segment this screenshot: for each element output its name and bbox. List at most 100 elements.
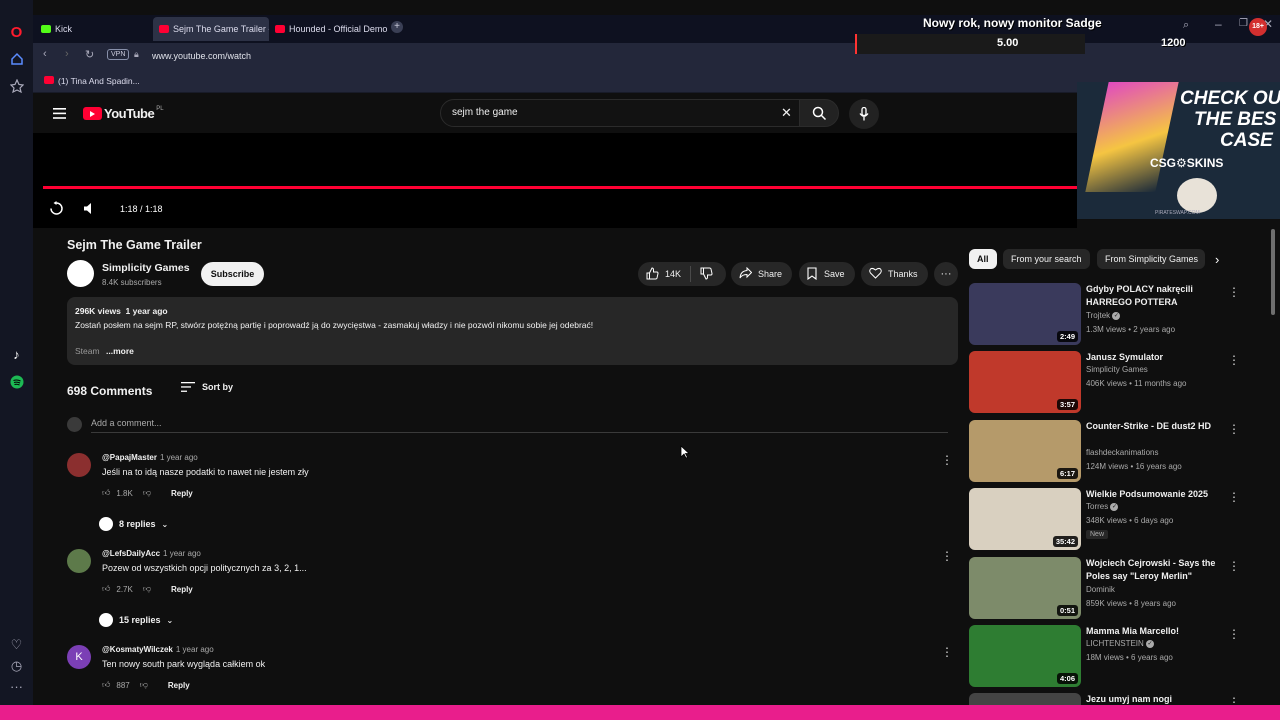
subscribe-button[interactable]: Subscribe [201,262,264,286]
dislike-icon[interactable]: 👎︎ [143,488,151,498]
save-button[interactable]: Save [799,262,855,286]
video-thumbnail[interactable] [969,693,1081,705]
recommendation-title[interactable]: Gdyby POLACY nakręcili HARREGO POTTERA [1086,283,1216,309]
avatar[interactable] [67,549,91,573]
spotify-icon[interactable] [8,373,25,390]
chip-from-channel[interactable]: From Simplicity Games [1097,249,1205,269]
channel-name[interactable]: Simplicity Games [102,262,190,274]
heart-icon[interactable]: ♡ [8,636,25,653]
recommendation-menu-icon[interactable]: ⋮ [1228,695,1239,705]
recommendation-channel[interactable]: Trojtek ✓ [1086,311,1121,320]
vpn-badge[interactable]: VPN [107,49,130,60]
avatar[interactable] [67,453,91,477]
reply-button[interactable]: Reply [168,681,190,690]
more-link[interactable]: ...more [106,346,134,356]
like-icon[interactable]: 👍︎ [102,488,110,498]
recommendation-channel[interactable]: Torres ✓ [1086,502,1119,511]
avatar[interactable]: K [67,645,91,669]
recommendation-channel[interactable]: Dominik [1086,585,1115,594]
recommendation-item[interactable]: Jezu umyj nam nogi ⋮ [969,693,1239,705]
recommendation-channel[interactable]: LICHTENSTEIN ✓ [1086,639,1155,648]
bookmark-item[interactable]: (1) Tina And Spadin... [58,76,140,86]
like-icon[interactable]: 👍︎ [102,584,110,594]
recommendation-channel[interactable]: flashdeckanimations [1086,448,1158,457]
chip-all[interactable]: All [969,249,997,269]
reload-icon[interactable]: ↻ [85,48,94,61]
search-input[interactable]: sejm the game ✕ [440,99,800,127]
tab-sejm-trailer[interactable]: Sejm The Game Trailer - Y [153,17,269,41]
recommendation-title[interactable]: Wielkie Podsumowanie 2025 [1086,488,1216,501]
comment-author[interactable]: @LefsDailyAcc 1 year ago [102,549,201,558]
forward-icon[interactable]: › [65,48,69,60]
video-thumbnail[interactable]: 6:17 [969,420,1081,482]
youtube-logo[interactable]: YouTube PL [83,106,164,121]
recommendation-title[interactable]: Wojciech Cejrowski - Says the Poles say … [1086,557,1216,583]
recommendation-item[interactable]: 35:42 Wielkie Podsumowanie 2025 Torres ✓ 34… [969,488,1240,550]
opera-logo-icon[interactable]: O [8,24,25,41]
history-icon[interactable]: ◷ [8,657,25,674]
video-thumbnail[interactable]: 4:06 [969,625,1081,687]
video-thumbnail[interactable]: 3:57 [969,351,1081,413]
tiktok-icon[interactable]: ♪ [8,346,25,363]
volume-icon[interactable] [83,202,97,220]
dislike-icon[interactable] [700,267,713,282]
replies-toggle[interactable]: 8 replies ⌄ [99,517,168,531]
recommendation-menu-icon[interactable]: ⋮ [1228,559,1240,573]
thanks-button[interactable]: Thanks [861,262,928,286]
recommendation-menu-icon[interactable]: ⋮ [1228,353,1240,367]
recommendation-item[interactable]: 2:49 Gdyby POLACY nakręcili HARREGO POTTE… [969,283,1240,345]
home-icon[interactable] [8,50,25,67]
tab-kick[interactable]: Kick [35,17,145,41]
scrollbar-thumb[interactable] [1271,229,1275,315]
like-icon[interactable] [646,266,659,282]
search-button[interactable] [799,99,839,127]
comment-author[interactable]: @KosmatyWilczek 1 year ago [102,645,214,654]
like-dislike-group: 14K [638,262,726,286]
reply-button[interactable]: Reply [171,585,193,594]
replay-icon[interactable] [49,201,64,221]
dislike-icon[interactable]: 👎︎ [143,584,151,594]
recommendation-item[interactable]: 6:17 Counter-Strike - DE dust2 HD flashdec… [969,420,1240,482]
chip-from-your-search[interactable]: From your search [1003,249,1090,269]
recommendation-channel[interactable]: Simplicity Games [1086,365,1148,374]
recommendation-title[interactable]: Jezu umyj nam nogi [1086,693,1216,705]
star-icon[interactable] [8,77,25,94]
recommendation-item[interactable]: 4:06 Mamma Mia Marcello! LICHTENSTEIN ✓ 18M… [969,625,1240,687]
add-comment-input[interactable]: Add a comment... [91,418,162,428]
comment-menu-icon[interactable]: ⋮ [941,645,953,659]
recommendation-title[interactable]: Counter-Strike - DE dust2 HD [1086,420,1216,433]
like-icon[interactable]: 👍︎ [102,680,110,690]
age-badge: 18+ [1249,18,1267,36]
channel-avatar[interactable] [67,260,94,287]
sort-by-button[interactable]: Sort by [181,382,233,392]
recommendation-title[interactable]: Janusz Symulator [1086,351,1216,364]
recommendation-menu-icon[interactable]: ⋮ [1228,422,1240,436]
more-actions-icon[interactable]: ··· [934,262,958,286]
plus-icon[interactable]: + [391,21,403,33]
recommendation-menu-icon[interactable]: ⋮ [1228,490,1240,504]
recommendation-menu-icon[interactable]: ⋮ [1228,627,1240,641]
dislike-icon[interactable]: 👎︎ [140,680,148,690]
like-count[interactable]: 14K [665,269,681,279]
video-thumbnail[interactable]: 0:51 [969,557,1081,619]
chevron-right-icon[interactable]: › [1215,252,1219,267]
recommendation-item[interactable]: 0:51 Wojciech Cejrowski - Says the Poles … [969,557,1240,619]
recommendation-menu-icon[interactable]: ⋮ [1228,285,1240,299]
reply-button[interactable]: Reply [171,489,193,498]
share-button[interactable]: Share [731,262,792,286]
recommendation-title[interactable]: Mamma Mia Marcello! [1086,625,1216,638]
comment-menu-icon[interactable]: ⋮ [941,549,953,563]
replies-toggle[interactable]: 15 replies ⌄ [99,613,173,627]
description-box[interactable]: 296K views 1 year ago Zostań posłem na s… [67,297,958,365]
tab-hounded[interactable]: Hounded - Official Demo [269,17,387,41]
video-thumbnail[interactable]: 35:42 [969,488,1081,550]
more-icon[interactable]: ··· [8,678,25,695]
url-field[interactable]: www.youtube.com/watch [152,51,251,61]
recommendation-item[interactable]: 3:57 Janusz Symulator Simplicity Games 406K… [969,351,1240,413]
comment-menu-icon[interactable]: ⋮ [941,453,953,467]
back-icon[interactable]: ‹ [43,48,47,60]
comment-author[interactable]: @PapajMaster 1 year ago [102,453,198,462]
video-thumbnail[interactable]: 2:49 [969,283,1081,345]
clear-search-icon[interactable]: ✕ [781,105,792,121]
hamburger-menu-icon[interactable] [53,106,66,124]
